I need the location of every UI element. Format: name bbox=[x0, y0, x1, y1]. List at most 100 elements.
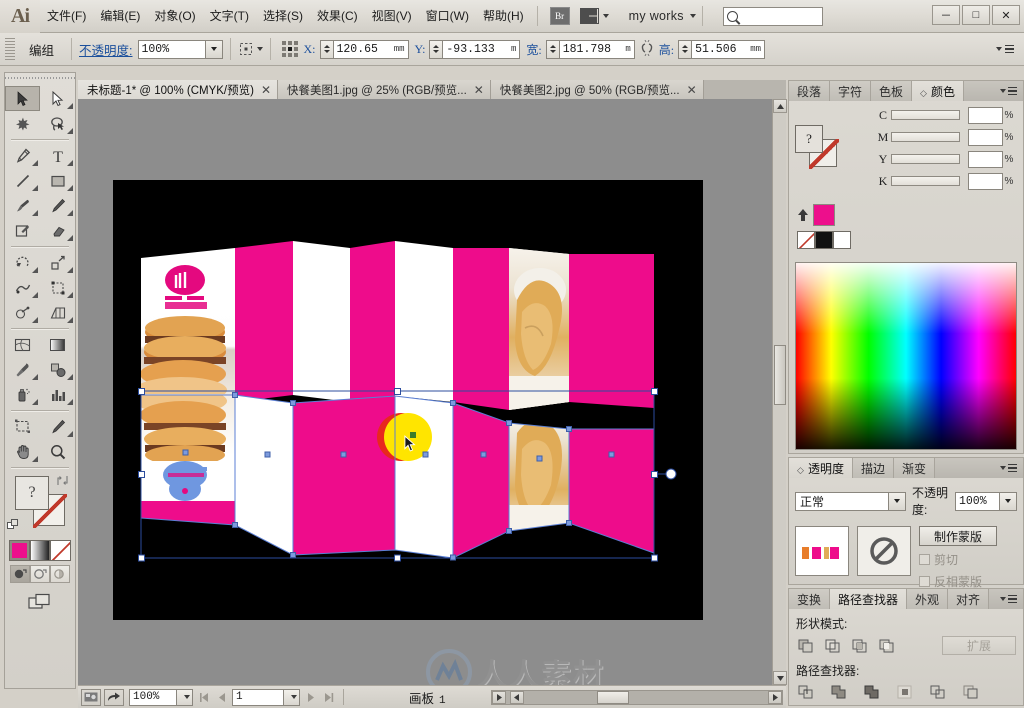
magenta-field[interactable] bbox=[968, 128, 1003, 146]
draw-behind-button[interactable] bbox=[30, 565, 50, 583]
exclude-icon[interactable] bbox=[877, 637, 897, 655]
first-artboard-button[interactable] bbox=[196, 689, 211, 706]
intersect-icon[interactable] bbox=[850, 637, 870, 655]
minimize-button[interactable]: － bbox=[932, 5, 960, 25]
trim-icon[interactable] bbox=[829, 683, 849, 701]
active-color-swatch[interactable] bbox=[813, 204, 835, 226]
menu-effect[interactable]: 效果(C) bbox=[310, 5, 365, 27]
cyan-slider[interactable] bbox=[891, 110, 960, 120]
color-spectrum-ramp[interactable] bbox=[795, 262, 1017, 450]
artboard[interactable] bbox=[113, 180, 703, 620]
menu-object[interactable]: 对象(O) bbox=[147, 5, 202, 27]
default-fill-stroke-icon[interactable] bbox=[7, 519, 20, 532]
crop-icon[interactable] bbox=[895, 683, 915, 701]
menu-view[interactable]: 视图(V) bbox=[365, 5, 419, 27]
none-swatch-button[interactable] bbox=[50, 540, 72, 561]
menu-edit[interactable]: 编辑(E) bbox=[93, 5, 147, 27]
width-tool[interactable] bbox=[5, 275, 40, 300]
zoom-tool[interactable] bbox=[40, 439, 75, 464]
menu-file[interactable]: 文件(F) bbox=[40, 5, 93, 27]
scroll-up-button[interactable] bbox=[773, 99, 787, 113]
horizontal-scroll-thumb[interactable] bbox=[596, 690, 629, 704]
magic-wand-tool[interactable] bbox=[5, 111, 40, 136]
tab-color[interactable]: ◇ 颜色 bbox=[912, 81, 965, 101]
search-input[interactable] bbox=[722, 6, 823, 26]
tools-panel-grip[interactable] bbox=[5, 73, 75, 86]
fill-color-swatch[interactable]: ? bbox=[15, 476, 49, 510]
zoom-level-field[interactable]: 100% bbox=[129, 688, 177, 706]
eyedropper-tool[interactable] bbox=[5, 357, 40, 382]
paintbrush-tool[interactable] bbox=[5, 193, 40, 218]
artboard-dropdown-button[interactable] bbox=[284, 688, 300, 706]
rectangle-tool[interactable] bbox=[40, 168, 75, 193]
workspace-chevron-down-icon[interactable] bbox=[689, 14, 696, 18]
menu-type[interactable]: 文字(T) bbox=[203, 5, 256, 27]
selection-tool[interactable] bbox=[5, 86, 40, 111]
black-swatch[interactable] bbox=[815, 231, 833, 249]
y-stepper[interactable] bbox=[429, 39, 443, 59]
symbol-sprayer-tool[interactable] bbox=[5, 382, 40, 407]
width-stepper[interactable] bbox=[545, 39, 559, 59]
scroll-down-button[interactable] bbox=[773, 671, 787, 685]
outline-icon[interactable] bbox=[928, 683, 948, 701]
transparency-opacity-dropdown-button[interactable] bbox=[1000, 491, 1017, 511]
invert-mask-checkbox[interactable] bbox=[919, 576, 930, 587]
type-tool[interactable]: T bbox=[40, 143, 75, 168]
last-artboard-button[interactable] bbox=[321, 689, 336, 706]
previous-artboard-button[interactable] bbox=[214, 689, 229, 706]
document-tab-2[interactable]: 快餐美图1.jpg @ 25% (RGB/预览... ✕ bbox=[278, 80, 491, 99]
pathfinder-panel-menu-button[interactable] bbox=[990, 589, 1023, 609]
document-tab-1[interactable]: 未标题-1* @ 100% (CMYK/预览) ✕ bbox=[78, 80, 279, 99]
close-button[interactable]: ✕ bbox=[992, 5, 1020, 25]
canvas-area[interactable] bbox=[78, 99, 772, 685]
black-field[interactable] bbox=[968, 172, 1003, 190]
blend-tool[interactable] bbox=[40, 357, 75, 382]
clip-option[interactable]: 剪切 bbox=[919, 551, 1017, 568]
menu-help[interactable]: 帮助(H) bbox=[476, 5, 531, 27]
color-panel-menu-button[interactable] bbox=[990, 81, 1023, 101]
menu-select[interactable]: 选择(S) bbox=[256, 5, 310, 27]
tab-transform[interactable]: 变换 bbox=[789, 589, 831, 609]
tab-character[interactable]: 字符 bbox=[830, 81, 872, 101]
rotate-tool[interactable] bbox=[5, 250, 40, 275]
panel-fill-swatch[interactable]: ? bbox=[795, 125, 823, 153]
zoom-dropdown-button[interactable] bbox=[177, 688, 193, 706]
control-bar-grip[interactable] bbox=[5, 38, 15, 60]
canvas-horizontal-scrollbar[interactable] bbox=[490, 689, 783, 705]
height-stepper[interactable] bbox=[678, 39, 692, 59]
eraser-tool[interactable] bbox=[40, 218, 75, 243]
unite-icon[interactable] bbox=[796, 637, 816, 655]
vertical-scroll-thumb[interactable] bbox=[774, 345, 786, 405]
shape-builder-tool[interactable] bbox=[5, 300, 40, 325]
x-field[interactable]: 120.65 mm bbox=[332, 39, 409, 59]
draw-normal-button[interactable] bbox=[10, 565, 30, 583]
lasso-tool[interactable] bbox=[40, 111, 75, 136]
x-stepper[interactable] bbox=[319, 39, 333, 59]
scale-tool[interactable] bbox=[40, 250, 75, 275]
tab-gradient[interactable]: 渐变 bbox=[894, 458, 936, 478]
document-tab-3[interactable]: 快餐美图2.jpg @ 50% (RGB/预览... ✕ bbox=[490, 80, 704, 99]
device-preview-button[interactable] bbox=[81, 688, 101, 706]
cyan-field[interactable] bbox=[968, 106, 1003, 124]
brochure-bottom-artwork[interactable] bbox=[113, 395, 703, 605]
perspective-grid-tool[interactable] bbox=[40, 300, 75, 325]
white-swatch[interactable] bbox=[833, 231, 851, 249]
minus-back-icon[interactable] bbox=[961, 683, 981, 701]
tab-transparency[interactable]: ◇ 透明度 bbox=[789, 458, 854, 478]
artboard-number-field[interactable]: 1 bbox=[232, 688, 284, 706]
transparency-opacity-value[interactable]: 100% bbox=[955, 491, 1000, 511]
artboard-tool[interactable] bbox=[5, 414, 40, 439]
tab-pathfinder[interactable]: 路径查找器 bbox=[830, 589, 908, 609]
close-icon[interactable]: ✕ bbox=[261, 84, 271, 96]
reference-point-selector[interactable] bbox=[281, 41, 298, 57]
line-segment-tool[interactable] bbox=[5, 168, 40, 193]
clip-checkbox[interactable] bbox=[919, 554, 930, 565]
mesh-tool[interactable] bbox=[5, 332, 40, 357]
next-artboard-button[interactable] bbox=[303, 689, 318, 706]
pencil-tool[interactable] bbox=[40, 193, 75, 218]
tab-paragraph[interactable]: 段落 bbox=[789, 81, 831, 101]
yellow-slider[interactable] bbox=[891, 154, 960, 164]
pen-tool[interactable] bbox=[5, 143, 40, 168]
merge-icon[interactable] bbox=[862, 683, 882, 701]
blend-mode-dropdown-button[interactable] bbox=[889, 491, 906, 511]
